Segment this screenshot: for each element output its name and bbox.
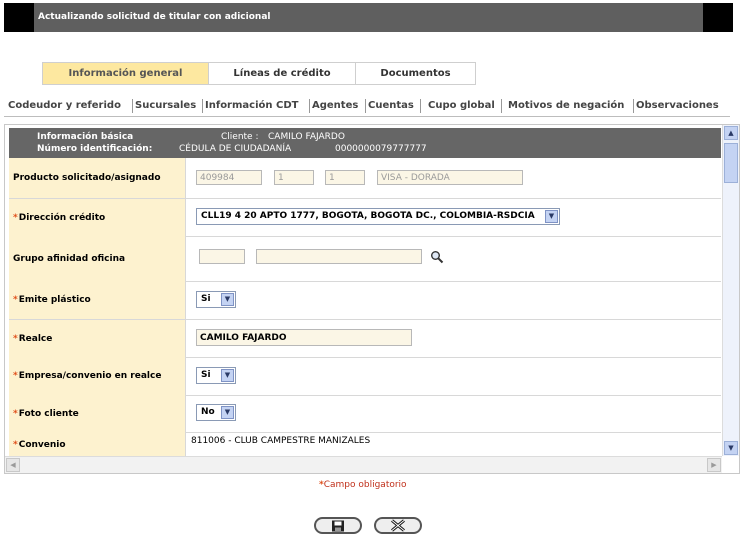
id-type: CÉDULA DE CIUDADANÍA <box>179 144 292 154</box>
title-bar: Actualizando solicitud de titular con ad… <box>4 3 733 32</box>
sub-tabs: Codeudor y referido Sucursales Informaci… <box>4 96 730 117</box>
id-number: 0000000079777777 <box>335 144 427 154</box>
direccion-select-value: CLL19 4 20 APTO 1777, BOGOTA, BOGOTA DC.… <box>201 211 535 221</box>
subtab-separator <box>501 99 502 113</box>
basic-info-label: Información básica <box>37 132 134 142</box>
chevron-down-icon[interactable]: ▼ <box>545 210 558 223</box>
required-marker: * <box>13 333 18 344</box>
empresa-convenio-label: * Empresa/convenio en realce <box>9 357 186 395</box>
window-title: Actualizando solicitud de titular con ad… <box>38 12 271 22</box>
grupo-label: Grupo afinidad oficina <box>9 236 186 281</box>
producto-label-text: Producto solicitado/asignado <box>13 173 161 183</box>
producto-label: Producto solicitado/asignado <box>9 158 186 198</box>
direccion-label-text: Dirección crédito <box>18 212 106 223</box>
tab-lineas-de-credito[interactable]: Líneas de crédito <box>209 63 356 84</box>
scroll-up-icon[interactable]: ▲ <box>724 126 738 140</box>
main-tabs: Información general Líneas de crédito Do… <box>42 62 476 85</box>
producto-field-3[interactable]: 1 <box>325 170 365 185</box>
client-name: CAMILO FAJARDO <box>268 132 345 142</box>
row-grupo: Grupo afinidad oficina <box>9 236 721 282</box>
cancel-button[interactable] <box>374 517 422 534</box>
producto-name-field[interactable]: VISA - DORADA <box>377 170 523 185</box>
row-direccion: * Dirección crédito CLL19 4 20 APTO 1777,… <box>9 199 721 237</box>
empresa-convenio-select[interactable]: Si ▼ <box>196 367 236 384</box>
subtab-sucursales[interactable]: Sucursales <box>135 100 196 111</box>
convenio-label: * Convenio <box>9 432 186 458</box>
subtab-observaciones[interactable]: Observaciones <box>636 100 719 111</box>
id-label: Número identificación: <box>37 144 153 154</box>
scroll-right-icon[interactable]: ▶ <box>707 458 721 472</box>
row-foto-cliente: * Foto cliente No ▼ <box>9 395 721 433</box>
foto-cliente-select[interactable]: No ▼ <box>196 404 236 421</box>
row-emite-plastico: * Emite plástico Si ▼ <box>9 281 721 320</box>
required-marker: * <box>13 440 18 450</box>
tab-informacion-general[interactable]: Información general <box>43 63 209 84</box>
subtab-motivos-de-negacion[interactable]: Motivos de negación <box>508 100 624 111</box>
grupo-label-text: Grupo afinidad oficina <box>13 253 126 264</box>
scroll-thumb[interactable] <box>724 143 738 183</box>
realce-label: * Realce <box>9 320 186 357</box>
tab-documentos[interactable]: Documentos <box>356 63 475 84</box>
floppy-icon <box>332 520 344 531</box>
subtab-separator <box>365 99 366 113</box>
required-marker: * <box>13 212 18 223</box>
subtab-separator <box>202 99 203 113</box>
magnifier-icon[interactable] <box>430 250 444 264</box>
producto-field-2[interactable]: 1 <box>274 170 314 185</box>
required-marker: * <box>13 295 18 305</box>
row-convenio: * Convenio 811006 - CLUB CAMPESTRE MANIZA… <box>9 432 721 458</box>
form-frame: Información básica Cliente : CAMILO FAJA… <box>4 124 740 474</box>
title-bar-left-block <box>4 3 34 32</box>
required-marker: * <box>13 371 18 381</box>
subtab-cupo-global[interactable]: Cupo global <box>428 100 495 111</box>
required-footnote: *Campo obligatorio <box>319 480 407 490</box>
grupo-name-field[interactable] <box>256 249 422 264</box>
client-header: Información básica Cliente : CAMILO FAJA… <box>9 128 721 158</box>
vertical-scrollbar[interactable]: ▲ ▼ <box>722 125 739 456</box>
direccion-select[interactable]: CLL19 4 20 APTO 1777, BOGOTA, BOGOTA DC.… <box>196 208 560 225</box>
row-producto: Producto solicitado/asignado 409984 1 1 … <box>9 158 721 199</box>
subtab-cuentas[interactable]: Cuentas <box>368 100 414 111</box>
x-icon <box>391 519 405 532</box>
subtab-separator <box>633 99 634 113</box>
empresa-convenio-label-text: Empresa/convenio en realce <box>18 371 162 381</box>
convenio-label-text: Convenio <box>18 440 66 450</box>
chevron-down-icon[interactable]: ▼ <box>221 369 234 382</box>
emite-plastico-label: * Emite plástico <box>9 281 186 319</box>
subtab-separator <box>420 99 421 113</box>
emite-plastico-value: Si <box>201 294 211 304</box>
producto-code-field[interactable]: 409984 <box>196 170 262 185</box>
foto-cliente-value: No <box>201 407 215 417</box>
row-empresa-convenio: * Empresa/convenio en realce Si ▼ <box>9 357 721 396</box>
emite-plastico-select[interactable]: Si ▼ <box>196 291 236 308</box>
subtab-agentes[interactable]: Agentes <box>312 100 358 111</box>
footnote-text: Campo obligatorio <box>323 480 407 490</box>
horizontal-scrollbar[interactable]: ◀ ▶ <box>5 456 722 473</box>
chevron-down-icon[interactable]: ▼ <box>221 406 234 419</box>
client-label: Cliente : <box>221 132 259 142</box>
subtab-separator <box>132 99 133 113</box>
scroll-left-icon[interactable]: ◀ <box>6 458 20 472</box>
row-realce: * Realce CAMILO FAJARDO <box>9 320 721 358</box>
subtab-codeudor-y-referido[interactable]: Codeudor y referido <box>8 100 121 111</box>
realce-label-text: Realce <box>18 333 53 344</box>
emite-plastico-label-text: Emite plástico <box>18 295 91 305</box>
empresa-convenio-value: Si <box>201 370 211 380</box>
save-button[interactable] <box>314 517 362 534</box>
subtab-informacion-cdt[interactable]: Información CDT <box>205 100 298 111</box>
chevron-down-icon[interactable]: ▼ <box>221 293 234 306</box>
convenio-value: 811006 - CLUB CAMPESTRE MANIZALES <box>191 436 371 446</box>
foto-cliente-label-text: Foto cliente <box>18 408 79 419</box>
realce-field[interactable]: CAMILO FAJARDO <box>196 329 412 346</box>
required-marker: * <box>13 408 18 419</box>
foto-cliente-label: * Foto cliente <box>9 395 186 432</box>
title-bar-right-block <box>703 3 733 32</box>
direccion-label: * Dirección crédito <box>9 199 186 236</box>
subtab-separator <box>309 99 310 113</box>
scroll-down-icon[interactable]: ▼ <box>724 441 738 455</box>
grupo-code-field[interactable] <box>199 249 245 264</box>
